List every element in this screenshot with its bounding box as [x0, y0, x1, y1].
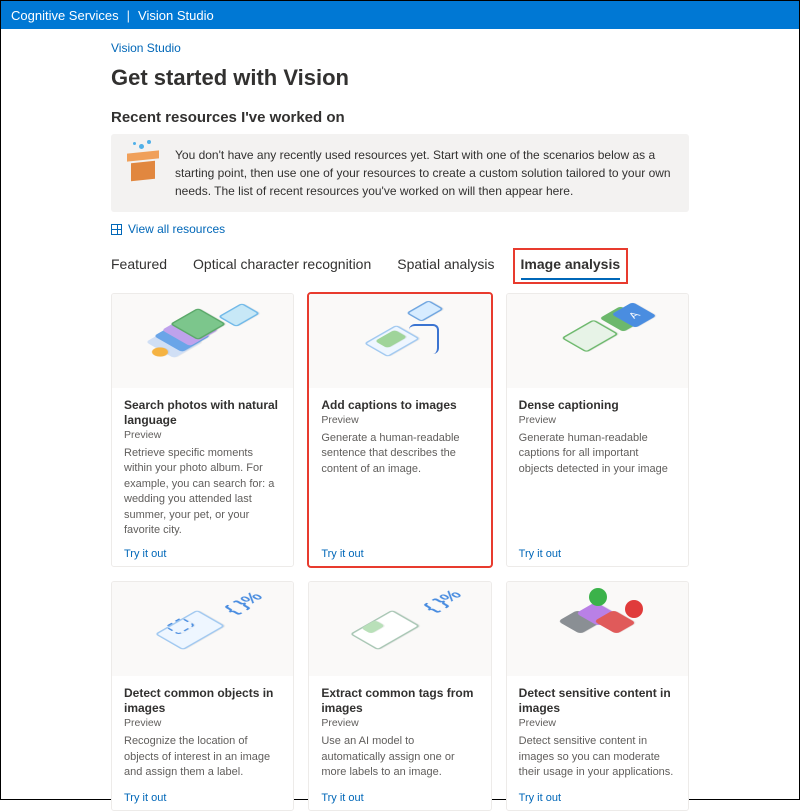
- card-title: Extract common tags from images: [321, 686, 478, 716]
- tab-ocr[interactable]: Optical character recognition: [193, 252, 371, 278]
- card-illustration: [507, 582, 688, 676]
- card-illustration: A: [507, 294, 688, 388]
- scenario-cards: Search photos with natural language Prev…: [111, 293, 689, 811]
- card-illustration: { }%: [309, 582, 490, 676]
- card-desc: Retrieve specific moments within your ph…: [124, 446, 281, 538]
- card-desc: Generate human-readable captions for all…: [519, 431, 676, 538]
- top-app-bar: Cognitive Services | Vision Studio: [1, 1, 799, 29]
- card-search-photos[interactable]: Search photos with natural language Prev…: [111, 293, 294, 567]
- preview-badge: Preview: [321, 414, 478, 426]
- try-it-out-link[interactable]: Try it out: [321, 548, 478, 560]
- preview-badge: Preview: [519, 717, 676, 729]
- card-title: Dense captioning: [519, 398, 676, 413]
- box-open-icon: [125, 146, 161, 182]
- card-desc: Use an AI model to automatically assign …: [321, 734, 478, 782]
- category-tabs: Featured Optical character recognition S…: [111, 252, 689, 279]
- try-it-out-link[interactable]: Try it out: [124, 548, 281, 560]
- breadcrumb[interactable]: Vision Studio: [111, 29, 689, 55]
- try-it-out-link[interactable]: Try it out: [519, 548, 676, 560]
- tab-spatial[interactable]: Spatial analysis: [397, 252, 494, 278]
- card-title: Add captions to images: [321, 398, 478, 413]
- separator: |: [127, 8, 130, 23]
- view-all-label: View all resources: [128, 222, 225, 236]
- grid-icon: [111, 224, 122, 235]
- preview-badge: Preview: [124, 717, 281, 729]
- service-name[interactable]: Cognitive Services: [11, 8, 119, 23]
- card-illustration: { }%: [112, 582, 293, 676]
- try-it-out-link[interactable]: Try it out: [519, 792, 676, 804]
- try-it-out-link[interactable]: Try it out: [124, 792, 281, 804]
- notice-text: You don't have any recently used resourc…: [175, 146, 675, 200]
- studio-name[interactable]: Vision Studio: [138, 8, 214, 23]
- card-title: Detect common objects in images: [124, 686, 281, 716]
- preview-badge: Preview: [519, 414, 676, 426]
- card-title: Search photos with natural language: [124, 398, 281, 428]
- card-dense-captioning[interactable]: A Dense captioning Preview Generate huma…: [506, 293, 689, 567]
- card-add-captions[interactable]: Add captions to images Preview Generate …: [308, 293, 491, 567]
- empty-resources-notice: You don't have any recently used resourc…: [111, 134, 689, 212]
- card-extract-tags[interactable]: { }% Extract common tags from images Pre…: [308, 581, 491, 811]
- card-illustration: [309, 294, 490, 388]
- card-desc: Recognize the location of objects of int…: [124, 734, 281, 782]
- preview-badge: Preview: [321, 717, 478, 729]
- try-it-out-link[interactable]: Try it out: [321, 792, 478, 804]
- card-desc: Generate a human-readable sentence that …: [321, 431, 478, 538]
- card-detect-objects[interactable]: { }% Detect common objects in images Pre…: [111, 581, 294, 811]
- card-title: Detect sensitive content in images: [519, 686, 676, 716]
- recent-heading: Recent resources I've worked on: [111, 109, 689, 126]
- card-detect-sensitive[interactable]: Detect sensitive content in images Previ…: [506, 581, 689, 811]
- tab-featured[interactable]: Featured: [111, 252, 167, 278]
- tab-image-analysis[interactable]: Image analysis: [521, 252, 621, 278]
- page-title: Get started with Vision: [111, 65, 689, 91]
- card-desc: Detect sensitive content in images so yo…: [519, 734, 676, 782]
- view-all-resources-link[interactable]: View all resources: [111, 222, 689, 236]
- preview-badge: Preview: [124, 429, 281, 441]
- card-illustration: [112, 294, 293, 388]
